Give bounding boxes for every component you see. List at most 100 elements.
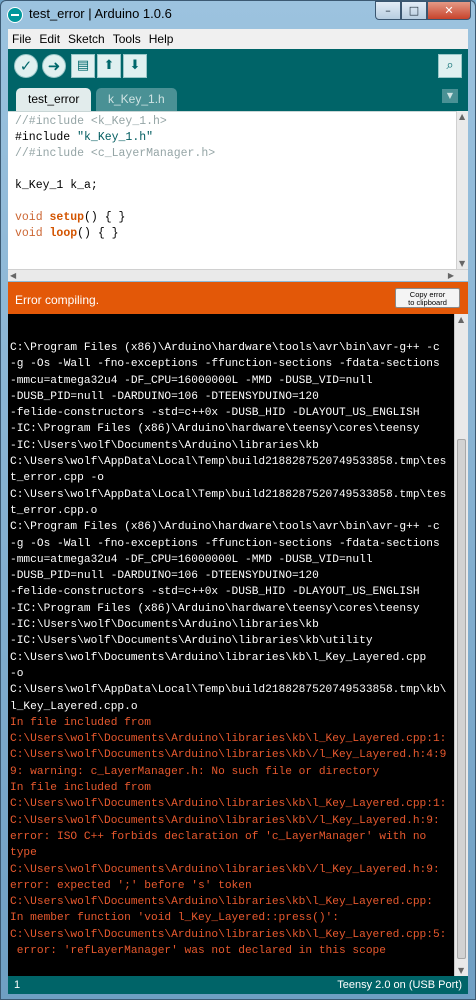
arduino-window: test_error | Arduino 1.0.6 – □ ✕ File Ed… (0, 0, 476, 1000)
code-line-8-function: loop (49, 227, 78, 240)
console-line: -DUSB_PID=null -DARDUINO=106 -DTEENSYDUI… (10, 570, 319, 583)
console-line: -g -Os -Wall -fno-exceptions -ffunction-… (10, 358, 440, 371)
console-line: t_error.cpp.o (10, 504, 98, 517)
close-button[interactable]: ✕ (427, 1, 471, 20)
console-line: l_Key_Layered.cpp.o (10, 700, 138, 713)
console-line: C:\Users\wolf\Documents\Arduino\librarie… (10, 863, 440, 876)
status-message: Error compiling. (15, 293, 100, 307)
upload-button[interactable]: ➜ (42, 54, 66, 78)
editor-vertical-scrollbar[interactable]: ▲ ▼ (456, 111, 468, 269)
console-line: error: expected ';' before 's' token (10, 879, 252, 892)
chevron-down-icon: ▼ (446, 91, 454, 100)
scroll-up-icon[interactable]: ▲ (459, 112, 465, 121)
console-line: t_error.cpp -o (10, 472, 104, 485)
code-line-7-rest: () { } (84, 211, 126, 224)
scroll-down-icon[interactable]: ▼ (459, 259, 465, 268)
maximize-button[interactable]: □ (401, 1, 427, 20)
menu-bar: File Edit Sketch Tools Help (8, 29, 468, 49)
console-line: -IC:\Program Files (x86)\Arduino\hardwar… (10, 602, 420, 615)
tab-menu-button[interactable]: ▼ (442, 89, 458, 103)
title-bar: test_error | Arduino 1.0.6 – □ ✕ (1, 1, 475, 29)
console-line: C:\Users\wolf\Documents\Arduino\librarie… (10, 651, 427, 664)
code-line-7-function: setup (49, 211, 85, 224)
magnifier-icon: ⌕ (446, 58, 454, 73)
console-line: C:\Users\wolf\AppData\Local\Temp\build21… (10, 456, 447, 469)
console-line: -felide-constructors -std=c++0x -DUSB_HI… (10, 586, 420, 599)
tab-test-error[interactable]: test_error (16, 88, 92, 111)
scroll-down-icon[interactable]: ▼ (458, 966, 464, 975)
menu-sketch[interactable]: Sketch (64, 32, 109, 46)
copy-error-label-line2: to clipboard (408, 298, 447, 307)
status-bar: Error compiling. Copy error to clipboard (8, 282, 468, 314)
tab-k-key-1-h[interactable]: k_Key_1.h (96, 88, 177, 111)
console-line: -IC:\Users\wolf\Documents\Arduino\librar… (10, 619, 319, 632)
console-line: 9: warning: c_LayerManager.h: No such fi… (10, 765, 380, 778)
scroll-right-icon[interactable]: ▶ (448, 271, 454, 280)
console-line: In file included from (10, 716, 151, 729)
console-line: C:\Program Files (x86)\Arduino\hardware\… (10, 342, 440, 354)
scroll-left-icon[interactable]: ◀ (10, 271, 16, 280)
code-line-7-keyword: void (15, 211, 43, 224)
code-line-2-string: "k_Key_1.h" (77, 131, 154, 144)
save-button[interactable]: ⬇ (123, 54, 147, 78)
console-line: -o (10, 667, 24, 680)
console-line: -IC:\Program Files (x86)\Arduino\hardwar… (10, 423, 420, 436)
toolbar: ✓ ➜ ▤ ⬆ ⬇ ⌕ (8, 49, 468, 83)
console-line: C:\Users\wolf\Documents\Arduino\librarie… (10, 733, 447, 746)
open-button[interactable]: ⬆ (97, 54, 121, 78)
menu-help[interactable]: Help (145, 32, 178, 46)
console-line: error: ISO C++ forbids declaration of 'c… (10, 830, 427, 843)
new-file-icon: ▤ (76, 58, 90, 73)
code-line-3: //#include <c_LayerManager.h> (15, 147, 216, 160)
board-info: Teensy 2.0 on (USB Port) (337, 979, 462, 991)
console-line: -IC:\Users\wolf\Documents\Arduino\librar… (10, 635, 373, 648)
code-text: //#include <k_Key_1.h> #include "k_Key_1… (15, 114, 215, 242)
console-line: C:\Users\wolf\Documents\Arduino\librarie… (10, 896, 433, 909)
console-output[interactable]: C:\Program Files (x86)\Arduino\hardware\… (8, 314, 454, 976)
window-title: test_error | Arduino 1.0.6 (29, 6, 172, 21)
code-line-5: k_Key_1 k_a; (15, 179, 98, 192)
copy-error-button[interactable]: Copy error to clipboard (395, 288, 460, 308)
console-scroll-thumb[interactable] (457, 439, 466, 959)
console-line: -mmcu=atmega32u4 -DF_CPU=16000000L -MMD … (10, 553, 373, 566)
tab-bar: test_error k_Key_1.h ▼ (8, 83, 468, 111)
console-line: C:\Program Files (x86)\Arduino\hardware\… (10, 521, 440, 534)
minimize-button[interactable]: – (375, 1, 401, 20)
arrow-right-icon: ➜ (47, 57, 61, 75)
console-line: -g -Os -Wall -fno-exceptions -ffunction-… (10, 537, 440, 550)
console-line: C:\Users\wolf\AppData\Local\Temp\build21… (10, 488, 447, 501)
menu-file[interactable]: File (8, 32, 35, 46)
code-line-2-directive: #include (15, 131, 78, 144)
console-line: In member function 'void l_Key_Layered::… (10, 912, 339, 925)
new-button[interactable]: ▤ (71, 54, 95, 78)
console-line: type (10, 847, 37, 860)
open-up-arrow-icon: ⬆ (103, 58, 115, 73)
console-lines: C:\Program Files (x86)\Arduino\hardware\… (10, 340, 446, 959)
console-line: C:\Users\wolf\Documents\Arduino\librarie… (10, 814, 440, 827)
menu-tools[interactable]: Tools (109, 32, 145, 46)
save-down-arrow-icon: ⬇ (129, 58, 141, 73)
console-line: C:\Users\wolf\Documents\Arduino\librarie… (10, 798, 447, 811)
verify-button[interactable]: ✓ (14, 54, 38, 78)
arduino-logo-icon (7, 7, 23, 23)
console-line: -IC:\Users\wolf\Documents\Arduino\librar… (10, 439, 319, 452)
console-line: C:\Users\wolf\Documents\Arduino\librarie… (10, 928, 447, 941)
check-icon: ✓ (19, 57, 33, 75)
console-line: -mmcu=atmega32u4 -DF_CPU=16000000L -MMD … (10, 374, 373, 387)
serial-monitor-button[interactable]: ⌕ (438, 54, 462, 78)
console-line: C:\Users\wolf\AppData\Local\Temp\build21… (10, 684, 447, 697)
scroll-up-icon[interactable]: ▲ (458, 315, 464, 324)
console-line: error: 'refLayerManager' was not declare… (10, 944, 386, 957)
window-controls: – □ ✕ (375, 1, 471, 20)
menu-edit[interactable]: Edit (35, 32, 64, 46)
line-number: 1 (14, 979, 21, 991)
console-line: In file included from (10, 782, 151, 795)
console-line: C:\Users\wolf\Documents\Arduino\librarie… (10, 749, 447, 762)
code-line-1: //#include <k_Key_1.h> (15, 115, 167, 128)
console-line: -DUSB_PID=null -DARDUINO=106 -DTEENSYDUI… (10, 390, 319, 403)
code-editor[interactable]: //#include <k_Key_1.h> #include "k_Key_1… (8, 111, 456, 269)
editor-horizontal-scrollbar[interactable]: ◀ ▶ (8, 269, 468, 281)
console-scrollbar[interactable]: ▲ ▼ (454, 314, 468, 976)
console-line: -felide-constructors -std=c++0x -DUSB_HI… (10, 407, 420, 420)
code-line-8-rest: () { } (77, 227, 119, 240)
